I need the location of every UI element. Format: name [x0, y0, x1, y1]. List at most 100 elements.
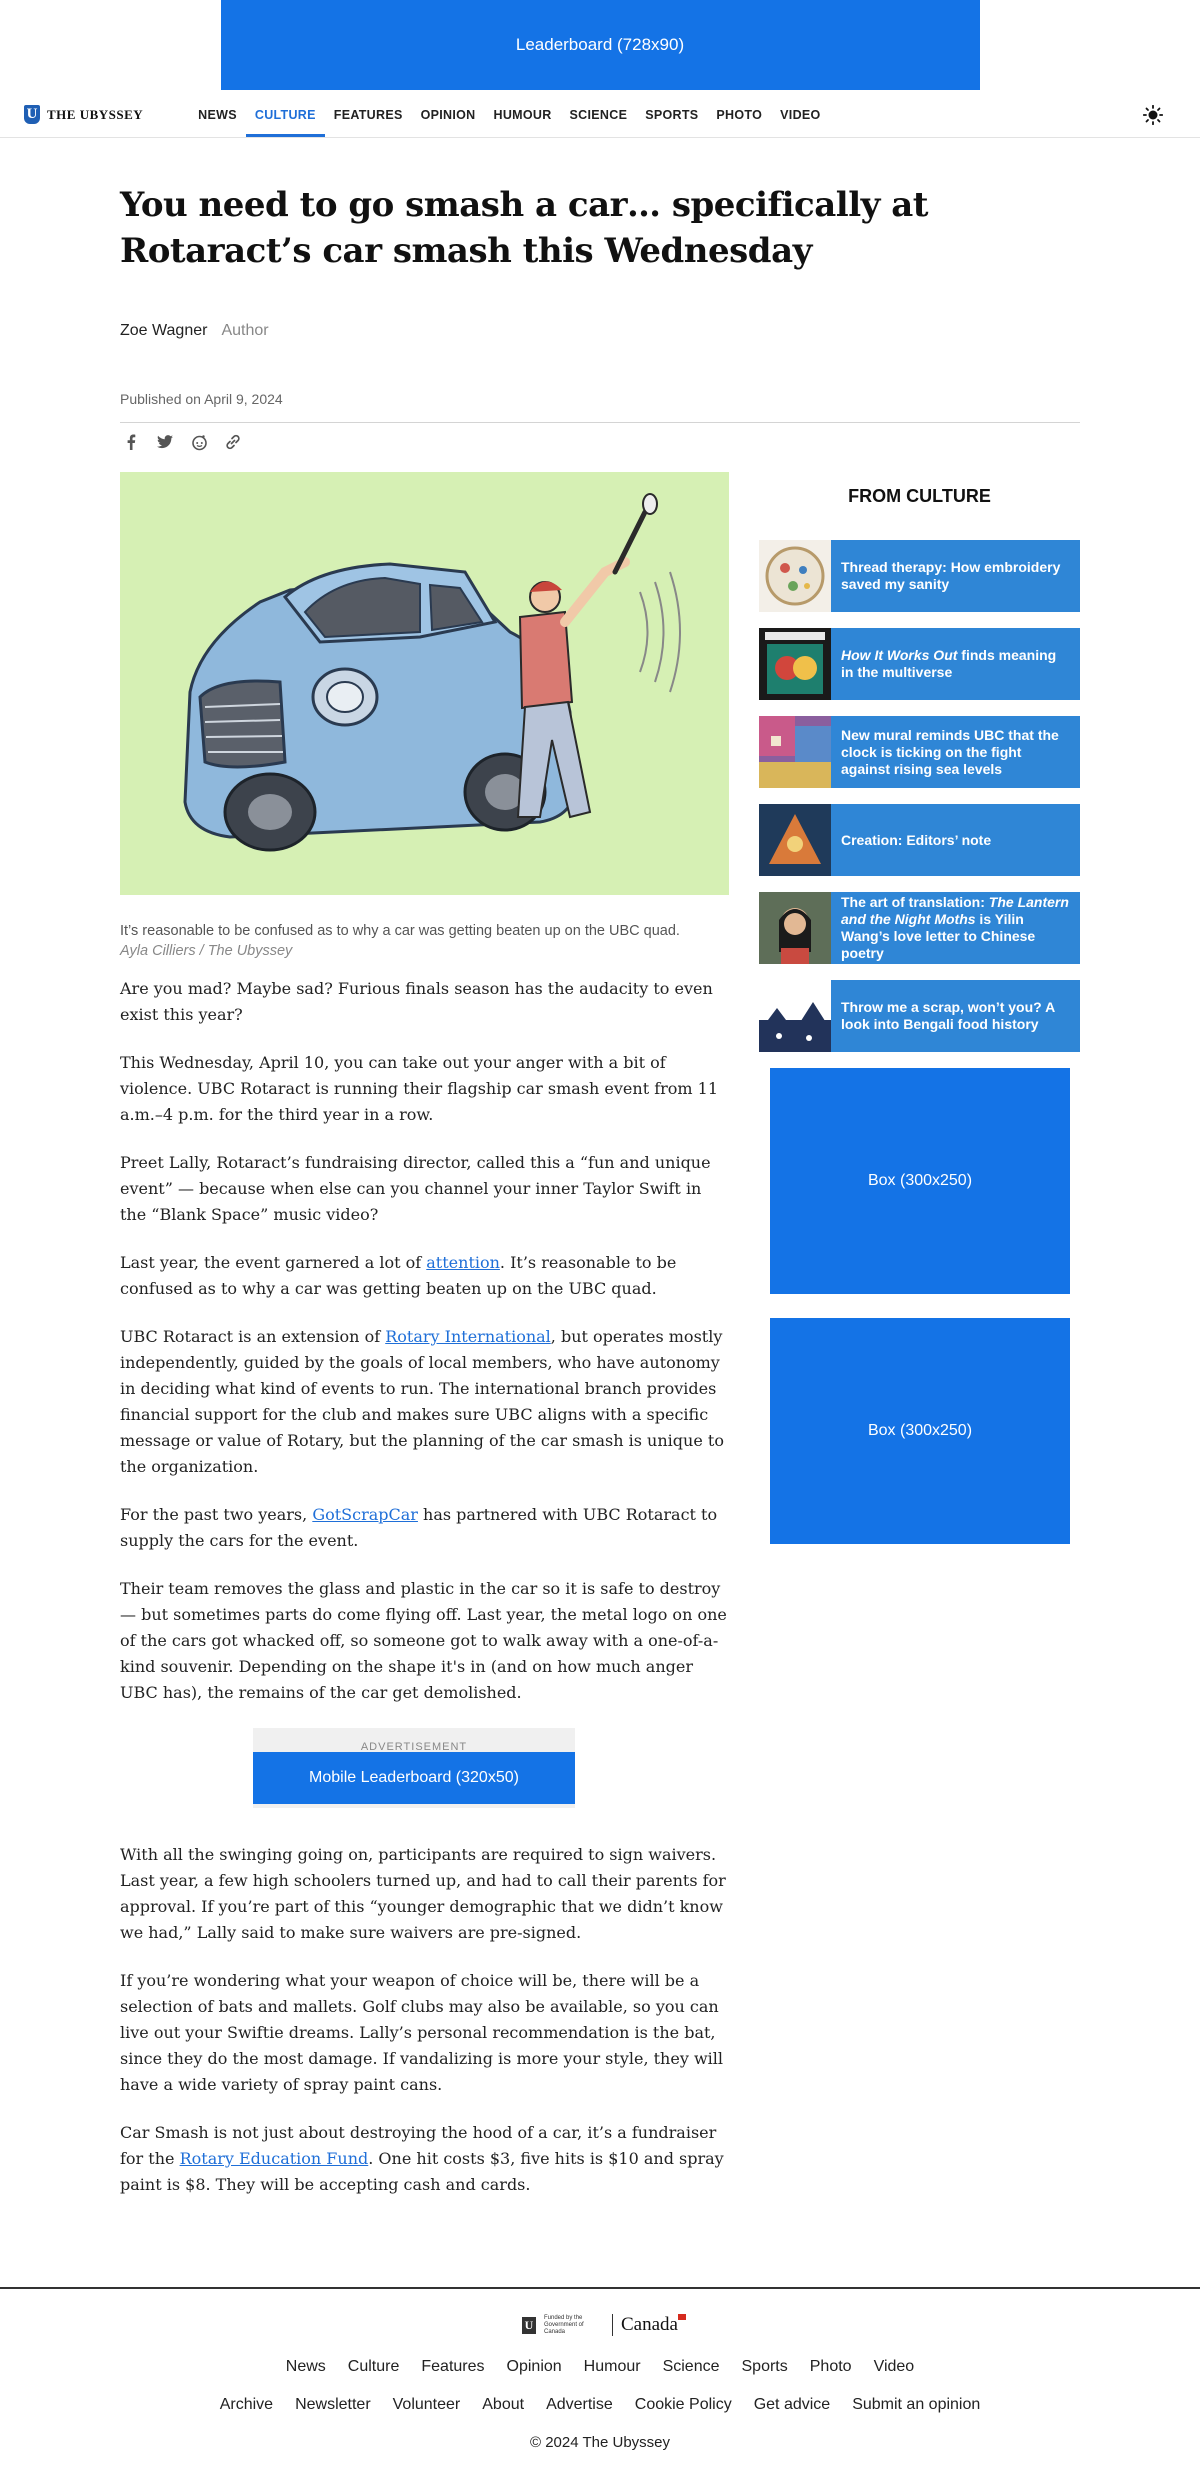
paragraph-text: Last year, the event garnered a lot of — [120, 1253, 427, 1272]
logo-text: THE UBYSSEY — [47, 106, 144, 122]
hero-image[interactable] — [120, 472, 729, 895]
footer-link-video[interactable]: Video — [874, 2358, 915, 2376]
funding-acknowledgement: U Funded by the Government of Canada Can… — [0, 2313, 1200, 2337]
leaderboard-ad[interactable]: Leaderboard (728x90) — [220, 0, 980, 90]
paragraph: Preet Lally, Rotaract’s fundraising dire… — [120, 1153, 711, 1224]
footer-link-sports[interactable]: Sports — [742, 2358, 788, 2376]
sidebar-title: FROM CULTURE — [848, 486, 991, 506]
footer-link-opinion[interactable]: Opinion — [507, 2358, 562, 2376]
copy-link-icon[interactable] — [224, 433, 242, 451]
rotary-education-fund-link[interactable]: Rotary Education Fund — [180, 2149, 369, 2168]
footer-link-news[interactable]: News — [286, 2358, 326, 2376]
ubyssey-logo-icon: U — [522, 2316, 536, 2334]
nav-link-video[interactable]: VIDEO — [771, 92, 829, 137]
footer-info-links: Archive Newsletter Volunteer About Adver… — [0, 2396, 1200, 2414]
nav-link-features[interactable]: FEATURES — [325, 92, 412, 137]
article-body: Are you mad? Maybe sad? Furious finals s… — [120, 976, 729, 2198]
sidebar-article[interactable]: New mural reminds UBC that the clock is … — [759, 716, 1080, 788]
sidebar-article[interactable]: Creation: Editors’ note — [759, 804, 1080, 876]
canada-wordmark: Canada — [621, 2314, 686, 2336]
box-ad[interactable]: Box (300x250) — [770, 1318, 1070, 1544]
footer-link-photo[interactable]: Photo — [810, 2358, 852, 2376]
ad-label: ADVERTISEMENT — [360, 1741, 468, 1753]
nav-link-news[interactable]: NEWS — [189, 92, 246, 137]
paragraph: Last year, the event garnered a lot of a… — [120, 1250, 729, 1302]
twitter-icon[interactable] — [156, 433, 174, 451]
canada-text: Canada — [621, 2314, 678, 2335]
sidebar-article-title: The art of translation: The Lantern and … — [831, 892, 1080, 964]
facebook-icon[interactable] — [122, 433, 140, 451]
caption-text: It’s reasonable to be confused as to why… — [120, 923, 680, 939]
paragraph: If you’re wondering what your weapon of … — [120, 1971, 723, 2094]
footer-link-submit-opinion[interactable]: Submit an opinion — [852, 2396, 980, 2414]
sidebar-article[interactable]: The art of translation: The Lantern and … — [759, 892, 1080, 964]
author-name[interactable]: Zoe Wagner — [120, 322, 207, 340]
italic-title: How It Works Out — [841, 647, 958, 663]
ubyssey-logo-icon: U — [24, 105, 40, 124]
box-ad[interactable]: Box (300x250) — [770, 1068, 1070, 1294]
top-ad-container: Leaderboard (728x90) — [0, 0, 1200, 92]
nav-links: NEWS CULTURE FEATURES OPINION HUMOUR SCI… — [189, 92, 829, 137]
site-logo[interactable]: U THE UBYSSEY — [24, 105, 143, 124]
nav-link-culture[interactable]: CULTURE — [245, 92, 325, 137]
inline-ad-container: ADVERTISEMENT Mobile Leaderboard (320x50… — [253, 1728, 575, 1808]
paragraph: With all the swinging going on, particip… — [120, 1845, 726, 1942]
footer-link-science[interactable]: Science — [663, 2358, 720, 2376]
article-thumbnail — [759, 804, 831, 876]
gotscrapcar-link[interactable]: GotScrapCar — [312, 1505, 418, 1524]
paragraph: For the past two years, GotScrapCar has … — [120, 1502, 729, 1554]
nav-link-opinion[interactable]: OPINION — [412, 92, 485, 137]
nav-link-science[interactable]: SCIENCE — [561, 92, 637, 137]
footer-link-humour[interactable]: Humour — [584, 2358, 641, 2376]
footer-link-about[interactable]: About — [482, 2396, 524, 2414]
copyright: © 2024 The Ubyssey — [529, 2434, 671, 2451]
reddit-icon[interactable] — [190, 433, 208, 451]
sidebar-article[interactable]: How It Works Out finds meaning in the mu… — [759, 628, 1080, 700]
footer-link-archive[interactable]: Archive — [220, 2396, 273, 2414]
nav-link-sports[interactable]: SPORTS — [636, 92, 707, 137]
sun-icon — [1143, 105, 1163, 125]
footer-link-get-advice[interactable]: Get advice — [754, 2396, 830, 2414]
paragraph: This Wednesday, April 10, you can take o… — [120, 1053, 719, 1124]
paragraph-text: For the past two years, — [120, 1505, 313, 1524]
sidebar-article[interactable]: Throw me a scrap, won’t you? A look into… — [759, 980, 1080, 1052]
paragraph: Their team removes the glass and plastic… — [120, 1579, 727, 1702]
navbar: U THE UBYSSEY NEWS CULTURE FEATURES OPIN… — [0, 92, 1200, 138]
paragraph: Car Smash is not just about destroying t… — [120, 2120, 729, 2198]
paragraph-text: , but operates mostly independently, gui… — [120, 1327, 724, 1476]
mobile-leaderboard-ad[interactable]: Mobile Leaderboard (320x50) — [253, 1752, 575, 1804]
footer-link-culture[interactable]: Culture — [348, 2358, 400, 2376]
footer-link-features[interactable]: Features — [421, 2358, 484, 2376]
funding-divider — [612, 2314, 613, 2336]
header-divider — [120, 422, 1080, 423]
footer-link-newsletter[interactable]: Newsletter — [295, 2396, 371, 2414]
publish-date: Published on April 9, 2024 — [120, 391, 283, 407]
footer-link-advertise[interactable]: Advertise — [546, 2396, 613, 2414]
article-body-column: It’s reasonable to be confused as to why… — [120, 472, 729, 2220]
rotary-international-link[interactable]: Rotary International — [385, 1327, 551, 1346]
share-buttons — [122, 433, 242, 451]
caption-credit: Ayla Cilliers / The Ubyssey — [120, 943, 293, 959]
canada-flag-icon — [677, 2314, 686, 2320]
article-thumbnail — [759, 716, 831, 788]
byline: Zoe Wagner Author — [120, 322, 269, 340]
theme-toggle-button[interactable] — [1142, 104, 1164, 126]
funding-text: Funded by the Government of Canada — [544, 2314, 584, 2335]
sidebar-article-title: Thread therapy: How embroidery saved my … — [831, 540, 1080, 612]
car-smash-illustration — [120, 472, 729, 895]
sidebar: FROM CULTURE Thread therapy: How embroid… — [759, 472, 1080, 1544]
author-role: Author — [221, 322, 269, 339]
attention-link[interactable]: attention — [426, 1253, 500, 1272]
image-caption: It’s reasonable to be confused as to why… — [120, 921, 700, 961]
footer-link-volunteer[interactable]: Volunteer — [393, 2396, 461, 2414]
nav-link-humour[interactable]: HUMOUR — [485, 92, 561, 137]
sidebar-article[interactable]: Thread therapy: How embroidery saved my … — [759, 540, 1080, 612]
footer-link-cookie-policy[interactable]: Cookie Policy — [635, 2396, 732, 2414]
nav-link-photo[interactable]: PHOTO — [707, 92, 771, 137]
sidebar-article-title: Creation: Editors’ note — [831, 804, 1080, 876]
paragraph: Are you mad? Maybe sad? Furious finals s… — [120, 979, 713, 1024]
article-header: You need to go smash a car… specifically… — [120, 182, 1080, 274]
paragraph-text: UBC Rotaract is an extension of — [120, 1327, 386, 1346]
article-thumbnail — [759, 628, 831, 700]
sidebar-article-title: How It Works Out finds meaning in the mu… — [831, 628, 1080, 700]
